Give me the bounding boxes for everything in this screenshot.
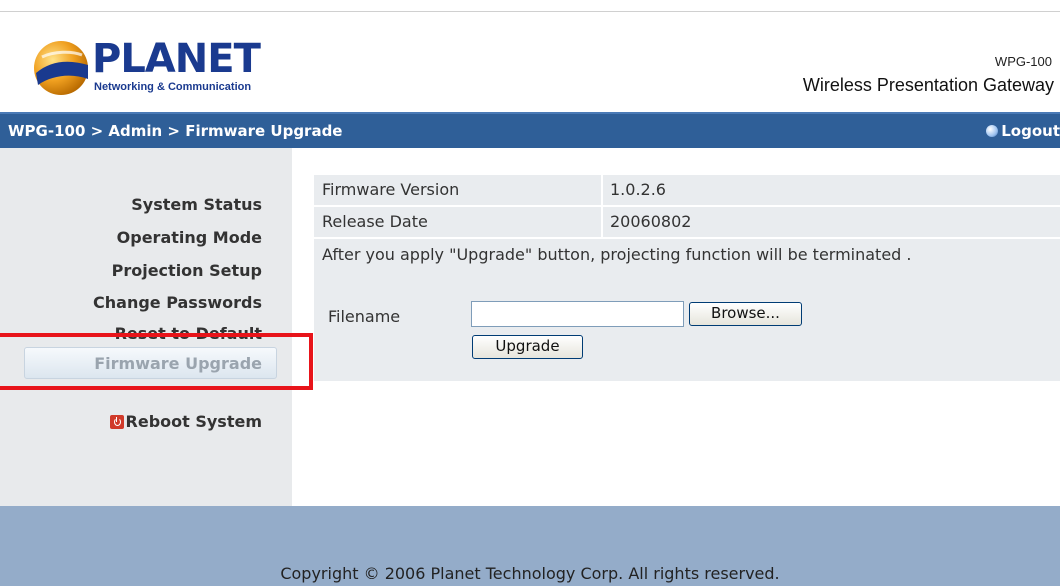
- logout-icon: [986, 125, 999, 137]
- sidebar-item-projection-setup[interactable]: Projection Setup: [112, 261, 262, 280]
- reboot-system-link[interactable]: Reboot System: [109, 412, 262, 431]
- table-row: Firmware Version 1.0.2.6: [314, 175, 1060, 205]
- filename-input[interactable]: [471, 301, 684, 327]
- sidebar-item-reset-to-default[interactable]: Reset to Default: [115, 324, 262, 343]
- sidebar-item-firmware-upgrade[interactable]: Firmware Upgrade: [24, 347, 277, 379]
- brand-name: PLANET: [92, 36, 261, 82]
- table-row: Release Date 20060802: [314, 207, 1060, 237]
- browse-button[interactable]: Browse...: [689, 302, 802, 326]
- top-border: [0, 0, 1060, 12]
- column-divider: [601, 175, 603, 205]
- column-divider: [601, 207, 603, 237]
- brand-tagline: Networking & Communication: [94, 81, 252, 93]
- logout-label: Logout: [1001, 122, 1060, 140]
- filename-label: Filename: [328, 307, 401, 326]
- sidebar-item-label: Firmware Upgrade: [94, 354, 262, 373]
- upgrade-panel: After you apply "Upgrade" button, projec…: [314, 239, 1060, 381]
- title-bar: WPG-100 > Admin > Firmware Upgrade Logou…: [0, 112, 1060, 148]
- sidebar: System Status Operating Mode Projection …: [0, 148, 292, 506]
- upgrade-button[interactable]: Upgrade: [472, 335, 583, 359]
- release-date-value: 20060802: [610, 212, 692, 231]
- upgrade-warning: After you apply "Upgrade" button, projec…: [322, 245, 912, 264]
- page-footer: Copyright © 2006 Planet Technology Corp.…: [0, 506, 1060, 586]
- model-name: WPG-100: [994, 54, 1052, 69]
- globe-icon: [34, 41, 88, 95]
- release-date-label: Release Date: [322, 212, 428, 231]
- product-name: Wireless Presentation Gateway: [802, 75, 1054, 95]
- reboot-label: Reboot System: [125, 412, 262, 431]
- firmware-version-value: 1.0.2.6: [610, 180, 666, 199]
- sidebar-item-system-status[interactable]: System Status: [131, 195, 262, 214]
- page-header: PLANET Networking & Communication WPG-10…: [0, 13, 1060, 112]
- logout-link[interactable]: Logout: [986, 122, 1060, 140]
- sidebar-item-change-passwords[interactable]: Change Passwords: [93, 293, 262, 312]
- copyright-text: Copyright © 2006 Planet Technology Corp.…: [280, 564, 780, 583]
- sidebar-item-operating-mode[interactable]: Operating Mode: [117, 228, 262, 247]
- firmware-version-label: Firmware Version: [322, 180, 460, 199]
- main-content: Firmware Version 1.0.2.6 Release Date 20…: [292, 148, 1060, 506]
- breadcrumb: WPG-100 > Admin > Firmware Upgrade: [8, 122, 343, 140]
- power-icon: [109, 414, 124, 429]
- planet-logo: PLANET Networking & Communication: [32, 37, 262, 101]
